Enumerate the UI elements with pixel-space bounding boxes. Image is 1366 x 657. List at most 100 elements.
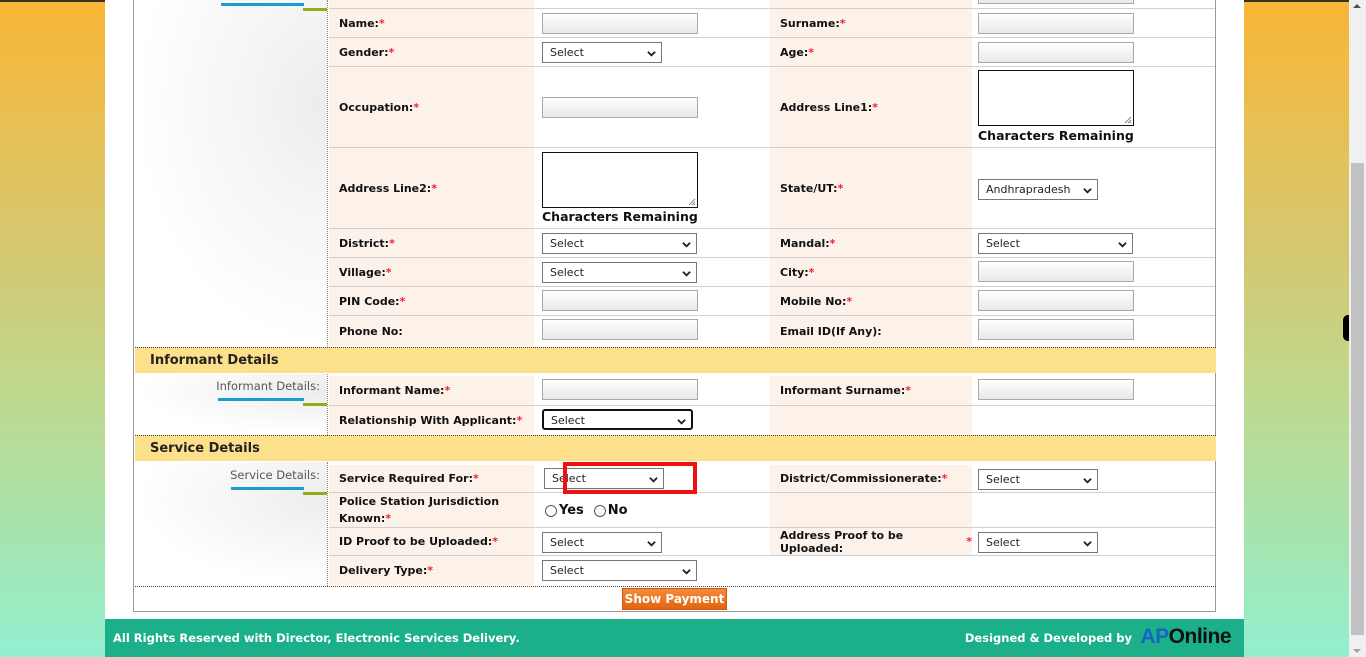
service-required-highlight (563, 462, 697, 494)
side-underline-blue (221, 3, 304, 6)
address-line2-char-counter: Characters Remaining (542, 209, 698, 224)
informant-surname-label: Informant Surname: * (770, 376, 972, 405)
mobile-input[interactable] (978, 290, 1134, 311)
divider (135, 586, 1216, 587)
form-row: Police Station Jurisdiction Known:* Yes … (329, 493, 1215, 528)
form-row: PIN Code: * Mobile No: * (329, 287, 1215, 316)
chevron-down-icon (682, 271, 691, 277)
state-select[interactable]: Andhrapradesh (978, 179, 1098, 200)
address-line2-label: Address Line2: * (329, 148, 534, 228)
radio-no[interactable]: No (593, 503, 628, 518)
city-label: City: * (770, 258, 972, 286)
form-row: Gender: * Select Age: * (329, 38, 1215, 67)
occupation-label: Occupation: * (329, 67, 534, 147)
occupation-input[interactable] (542, 97, 698, 118)
show-payment-button[interactable]: Show Payment (622, 588, 727, 610)
radio-circle-icon[interactable] (593, 504, 606, 517)
informant-side-label: Informant Details: (216, 379, 320, 393)
form-row: Delivery Type: * Select (329, 556, 1215, 585)
chevron-down-icon (647, 541, 656, 547)
vertical-scrollbar[interactable] (1349, 0, 1366, 657)
address-line2-textarea[interactable] (542, 152, 698, 208)
footer-rights-text: All Rights Reserved with Director, Elect… (113, 631, 520, 645)
address-line1-textarea[interactable] (978, 70, 1134, 126)
ps-jurisdiction-label: Police Station Jurisdiction Known:* (329, 493, 534, 527)
side-underline-blue (218, 398, 304, 401)
form-row: Informant Name: * Informant Surname: * (329, 376, 1215, 406)
scroll-up-arrow-icon[interactable] (1353, 4, 1361, 8)
form-row: Relationship With Applicant: * Select (329, 406, 1215, 434)
form-row: Occupation: * Address Line1: * Characters … (329, 67, 1215, 148)
chevron-down-icon (677, 419, 686, 425)
mobile-label: Mobile No: * (770, 287, 972, 315)
form-row: Address Line2: * Characters Remaining Sta… (329, 148, 1215, 229)
email-input[interactable] (978, 319, 1134, 340)
district-select[interactable]: Select (542, 233, 697, 254)
village-select[interactable]: Select (542, 262, 697, 283)
service-side-panel: Service Details: (135, 462, 328, 586)
address-line1-label: Address Line1: * (770, 67, 972, 147)
address-line1-char-counter: Characters Remaining (978, 128, 1134, 143)
aponline-logo[interactable]: APOnline (1140, 625, 1231, 649)
partial-input[interactable] (978, 0, 1134, 4)
district-label: District: * (329, 229, 534, 257)
relationship-label: Relationship With Applicant: * (329, 406, 534, 434)
email-label: Email ID(If Any): (770, 316, 972, 346)
chevron-down-icon (1083, 478, 1092, 484)
service-required-label: Service Required For: * (329, 465, 534, 492)
district-commissionerate-select[interactable]: Select (978, 469, 1098, 490)
form-row: ID Proof to be Uploaded: * Select Address… (329, 528, 1215, 556)
district-commissionerate-label: District/Commissionerate: * (770, 465, 972, 492)
age-input[interactable] (978, 42, 1134, 63)
name-input[interactable] (542, 13, 698, 34)
mandal-select[interactable]: Select (978, 233, 1133, 254)
city-input[interactable] (978, 261, 1134, 282)
informant-name-input[interactable] (542, 379, 698, 400)
village-label: Village: * (329, 258, 534, 286)
delivery-type-label: Delivery Type: * (329, 556, 534, 585)
scroll-down-arrow-icon[interactable] (1353, 649, 1361, 653)
resize-grip-icon[interactable] (688, 198, 696, 206)
informant-side-panel: Informant Details: (135, 374, 328, 435)
side-underline-green (303, 492, 327, 495)
form-row: District: * Select Mandal: * Select (329, 229, 1215, 258)
relationship-select[interactable]: Select (542, 409, 693, 430)
chevron-down-icon (682, 242, 691, 248)
id-proof-select[interactable]: Select (542, 532, 662, 553)
form-row: Service Required For: * Select District/C… (329, 465, 1215, 493)
age-label: Age: * (770, 38, 972, 66)
side-underline-green (303, 8, 327, 11)
address-proof-label: Address Proof to be Uploaded: * (770, 528, 972, 555)
chevron-down-icon (647, 51, 656, 57)
side-underline-blue (231, 487, 304, 490)
scrollbar-thumb[interactable] (1351, 163, 1364, 635)
informant-name-label: Informant Name: * (329, 376, 534, 405)
phone-label: Phone No: (329, 316, 534, 346)
state-label: State/UT: * (770, 148, 972, 228)
pin-code-input[interactable] (542, 290, 698, 311)
footer: All Rights Reserved with Director, Elect… (105, 619, 1244, 657)
mandal-label: Mandal: * (770, 229, 972, 257)
form-row: Phone No: Email ID(If Any): (329, 316, 1215, 346)
applicant-side-panel (135, 0, 328, 346)
footer-designed-by: Designed & Developed by (964, 631, 1132, 645)
radio-yes[interactable]: Yes (545, 503, 584, 518)
form-row-partial (329, 0, 1215, 9)
service-side-label: Service Details: (230, 468, 320, 482)
delivery-type-select[interactable]: Select (542, 560, 697, 581)
address-proof-select[interactable]: Select (978, 532, 1098, 553)
surname-label: Surname: * (770, 9, 972, 37)
radio-circle-icon[interactable] (545, 504, 557, 517)
service-section-header: Service Details (135, 435, 1216, 461)
chevron-down-icon (1083, 188, 1092, 194)
gender-select[interactable]: Select (542, 42, 662, 63)
chevron-down-icon (1118, 242, 1127, 248)
informant-surname-input[interactable] (978, 379, 1134, 400)
form-row: Name: * Surname: * (329, 9, 1215, 38)
id-proof-label: ID Proof to be Uploaded: * (329, 528, 534, 555)
phone-input[interactable] (542, 319, 698, 340)
form-row: Village: * Select City: * (329, 258, 1215, 287)
surname-input[interactable] (978, 13, 1134, 34)
resize-grip-icon[interactable] (1124, 116, 1132, 124)
pin-code-label: PIN Code: * (329, 287, 534, 315)
